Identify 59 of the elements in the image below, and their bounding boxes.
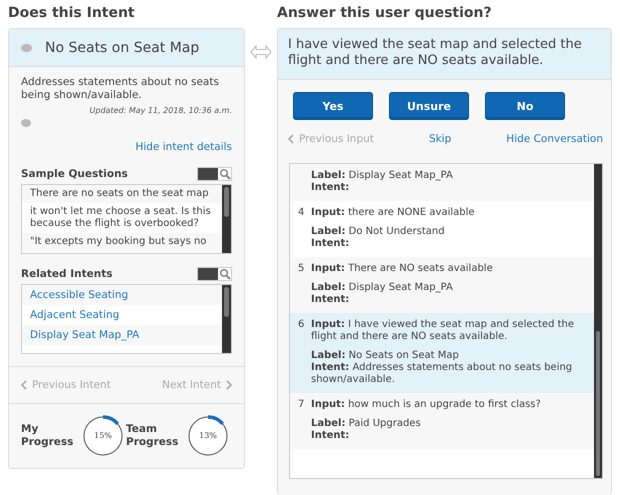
input-text: Input: There are NO seats available	[311, 263, 493, 275]
conversation-row[interactable]: 6 Input: I have viewed the seat map and selected the flight and there are NO seats available. Label: No Seats on Seat Map Intent: Addresses statements about no seats being shown/available.	[290, 313, 594, 393]
sample-question: "It excepts my booking but says no	[22, 233, 222, 251]
progress-ring	[186, 414, 230, 458]
section-heading: Answer this user question?	[277, 4, 493, 23]
intent-text: Intent:	[311, 430, 350, 442]
answer-button[interactable]: Unsure	[389, 92, 469, 120]
answer-button[interactable]: Yes	[293, 92, 373, 120]
row-number: 5	[298, 263, 306, 276]
scrollbar[interactable]	[594, 164, 602, 478]
user-question: I have viewed the seat map and selected the flight and there are NO seats available.	[278, 29, 611, 80]
row-number: 6	[298, 319, 306, 332]
list-title: Related Intents	[21, 268, 112, 280]
chevron-left-icon	[21, 380, 27, 390]
label-text: Label: Display Seat Map_PA	[311, 282, 454, 294]
intent-text: Intent:	[311, 238, 350, 250]
section-heading: Does this Intent	[8, 4, 136, 23]
hide-conversation-link[interactable]: Hide Conversation	[506, 133, 603, 145]
label-text: Label: Paid Upgrades	[311, 418, 422, 430]
intent-description: Addresses statements about no seats being shown/available.	[21, 76, 220, 102]
input-text: Input: how much is an upgrade to first class?	[311, 399, 541, 411]
row-number: 7	[298, 399, 306, 412]
search-icon	[219, 268, 231, 280]
label-text: Label: No Seats on Seat Map	[311, 350, 460, 362]
intent-title: No Seats on Seat Map	[45, 40, 200, 56]
scrollbar[interactable]	[222, 285, 231, 353]
row-number: 4	[298, 207, 306, 220]
progress-reading: 13%	[199, 431, 217, 441]
conversation-row[interactable]: 7 Input: how much is an upgrade to first class? Label: Paid Upgrades Intent:	[290, 393, 594, 449]
scrollbar[interactable]	[222, 185, 231, 253]
conversation-row[interactable]: 5 Input: There are NO seats available Label: Display Seat Map_PA Intent:	[290, 257, 594, 313]
comment-icon	[21, 44, 32, 52]
sample-question: There are no seats on the seat map	[22, 185, 222, 203]
skip-link[interactable]: Skip	[428, 133, 452, 145]
label-text: Label: Display Seat Map_PA	[311, 170, 453, 182]
progress-reading: 15%	[94, 431, 112, 441]
progress-label: My Progress	[21, 423, 73, 449]
related-intent-link[interactable]: Accessible Seating	[22, 285, 222, 305]
input-text: Input: there are NONE available	[311, 207, 475, 219]
input-text: Input: I have viewed the seat map and selected the flight and there are NO seats available.	[311, 319, 576, 343]
comment-icon[interactable]	[21, 119, 31, 127]
intent-text: Intent:	[311, 294, 350, 306]
label-text: Label: Do Not Understand	[311, 226, 446, 238]
intent-text: Intent:	[311, 182, 350, 194]
search-icon	[219, 168, 231, 180]
swap-arrows-icon	[250, 45, 272, 59]
answer-button[interactable]: No	[485, 92, 565, 120]
progress-ring	[81, 414, 125, 458]
chevron-right-icon	[226, 380, 232, 390]
related-intent-link[interactable]: Display Seat Map_PA	[22, 325, 222, 345]
conversation-row[interactable]: Label: Display Seat Map_PA Intent:	[290, 164, 594, 201]
chevron-left-icon	[288, 134, 294, 144]
updated-timestamp: Updated: May 11, 2018, 10:36 a.m.	[88, 106, 232, 115]
list-title: Sample Questions	[21, 168, 128, 180]
progress-label: Team Progress	[126, 423, 178, 449]
search-toggle[interactable]	[197, 167, 232, 181]
search-toggle[interactable]	[197, 267, 232, 281]
intent-text: Intent: Addresses statements about no seats being shown/available.	[311, 362, 574, 386]
hide-details-link[interactable]: Hide intent details	[135, 141, 232, 153]
